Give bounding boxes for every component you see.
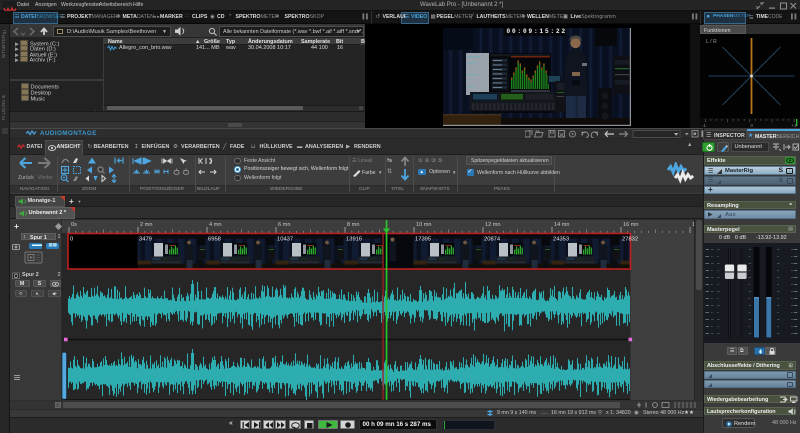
svg-text:3479: 3479 (139, 237, 152, 243)
svg-text:4 mn: 4 mn (209, 222, 221, 228)
svg-text:27832: 27832 (622, 237, 638, 243)
svg-text:17395: 17395 (415, 237, 431, 243)
svg-text:10437: 10437 (277, 237, 293, 243)
svg-text:14 mn: 14 mn (554, 222, 570, 228)
svg-text:20874: 20874 (484, 237, 501, 243)
svg-text:0s: 0s (71, 222, 77, 228)
svg-text:6 mn: 6 mn (278, 222, 290, 228)
svg-text:8 mn: 8 mn (347, 222, 359, 228)
svg-text:24353: 24353 (553, 237, 569, 243)
svg-text:L / R: L / R (706, 39, 717, 45)
svg-text:0: 0 (70, 237, 73, 243)
svg-text:16 mn: 16 mn (623, 222, 639, 228)
svg-text:2 mn: 2 mn (140, 222, 152, 228)
svg-text:12 mn: 12 mn (485, 222, 501, 228)
svg-text:6958: 6958 (208, 237, 221, 243)
svg-text:10 mn: 10 mn (416, 222, 432, 228)
svg-text:13916: 13916 (346, 237, 362, 243)
